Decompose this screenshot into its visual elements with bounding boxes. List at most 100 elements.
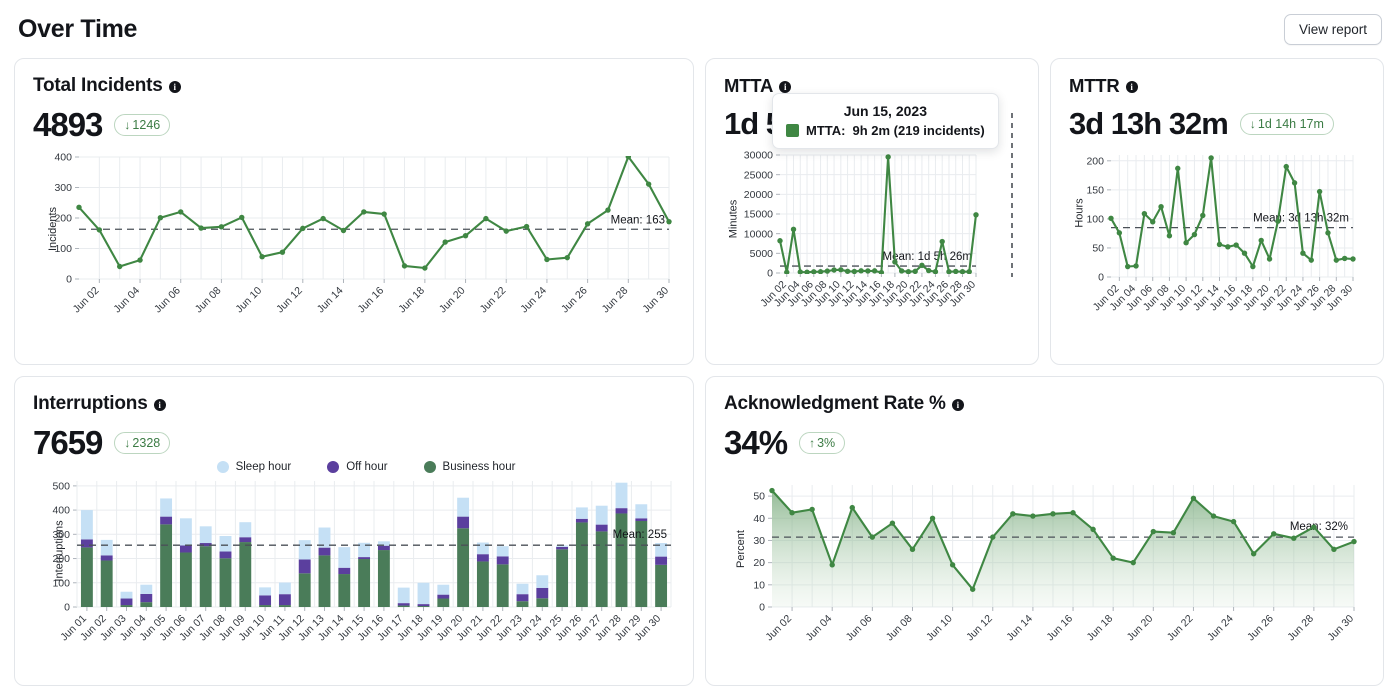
metric-row-total-incidents: 4893 ↓ 1246	[33, 108, 675, 141]
chart-svg-mttr[interactable]: 050100150200Jun 02Jun 04Jun 06Jun 08Jun …	[1069, 147, 1369, 327]
card-title-text: MTTA	[724, 75, 773, 97]
delta-value: 1d 14h 17m	[1258, 117, 1324, 131]
svg-text:Jun 08: Jun 08	[193, 285, 224, 316]
legend-item-off-hour[interactable]: Off hour	[327, 461, 387, 473]
card-title-acknowledgment-rate: Acknowledgment Rate %	[724, 393, 1365, 415]
svg-text:Jun 10: Jun 10	[233, 285, 264, 316]
chart-svg-interruptions[interactable]: 0100200300400500Jun 01Jun 02Jun 03Jun 04…	[33, 475, 681, 665]
svg-text:Mean: 3d 13h 32m: Mean: 3d 13h 32m	[1253, 213, 1349, 225]
metric-row-mttr: 3d 13h 32m ↓ 1d 14h 17m	[1069, 108, 1365, 139]
svg-text:20: 20	[753, 557, 765, 569]
info-icon[interactable]	[154, 399, 166, 411]
chart-svg-total-incidents[interactable]: 0100200300400Jun 02Jun 04Jun 06Jun 08Jun…	[33, 149, 681, 334]
chart-svg-mtta[interactable]: 050001000015000200002500030000Jun 02Jun …	[724, 147, 1024, 327]
svg-text:Jun 16: Jun 16	[356, 285, 387, 316]
card-mttr: MTTR 3d 13h 32m ↓ 1d 14h 17m Hours 05010…	[1050, 58, 1384, 365]
card-total-incidents: Total Incidents 4893 ↓ 1246 Incidents 01…	[14, 58, 694, 365]
svg-text:15000: 15000	[744, 209, 773, 221]
arrow-down-icon: ↓	[124, 119, 130, 131]
legend-dot-icon	[217, 461, 229, 473]
y-axis-label: Interruptions	[54, 520, 66, 581]
y-axis-label: Minutes	[727, 200, 739, 239]
svg-text:5000: 5000	[750, 248, 774, 260]
chart-total-incidents[interactable]: Incidents 0100200300400Jun 02Jun 04Jun 0…	[33, 149, 675, 334]
svg-text:20000: 20000	[744, 189, 773, 201]
svg-text:Jun 28: Jun 28	[1285, 613, 1316, 644]
card-title-interruptions: Interruptions	[33, 393, 675, 415]
metric-row-interruptions: 7659 ↓ 2328	[33, 426, 675, 459]
card-title-mttr: MTTR	[1069, 75, 1365, 97]
delta-value: 2328	[132, 436, 160, 450]
svg-text:0: 0	[64, 602, 70, 614]
view-report-button[interactable]: View report	[1284, 14, 1382, 45]
metric-value: 4893	[33, 108, 102, 141]
info-icon[interactable]	[952, 399, 964, 411]
arrow-up-icon: ↑	[809, 437, 815, 449]
svg-text:Jun 20: Jun 20	[437, 285, 468, 316]
chart-svg-acknowledgment-rate[interactable]: 01020304050Jun 02Jun 04Jun 06Jun 08Jun 1…	[724, 477, 1369, 662]
metrics-row-bottom: Interruptions 7659 ↓ 2328 Sleep hour Off…	[14, 376, 1386, 686]
legend-label: Off hour	[346, 461, 387, 473]
tooltip-series-value: 9h 2m (219 incidents)	[852, 123, 984, 138]
svg-text:Jun 18: Jun 18	[396, 285, 427, 316]
svg-text:Jun 12: Jun 12	[274, 285, 305, 316]
over-time-dashboard: Over Time View report Total Incidents 48…	[0, 0, 1400, 693]
info-icon[interactable]	[169, 81, 181, 93]
card-acknowledgment-rate: Acknowledgment Rate % 34% ↑ 3% Percent 0…	[705, 376, 1384, 686]
svg-text:Jun 02: Jun 02	[71, 285, 102, 316]
svg-text:Jun 26: Jun 26	[559, 285, 590, 316]
info-icon[interactable]	[1126, 81, 1138, 93]
svg-text:Jun 30: Jun 30	[1325, 613, 1356, 644]
card-title-text: MTTR	[1069, 75, 1120, 97]
svg-text:Jun 26: Jun 26	[1245, 613, 1276, 644]
status-badge-delta: ↑ 3%	[799, 432, 845, 454]
svg-text:Jun 24: Jun 24	[518, 285, 549, 316]
svg-text:Mean: 255: Mean: 255	[613, 529, 667, 541]
card-title-text: Acknowledgment Rate %	[724, 393, 946, 415]
chart-mtta[interactable]: Minutes 050001000015000200002500030000Ju…	[724, 147, 1020, 327]
svg-text:50: 50	[1092, 243, 1104, 255]
tooltip-row: MTTA: 9h 2m (219 incidents)	[786, 123, 985, 138]
svg-text:25000: 25000	[744, 169, 773, 181]
metrics-row-top: Total Incidents 4893 ↓ 1246 Incidents 01…	[14, 58, 1386, 365]
chart-interruptions[interactable]: Interruptions 0100200300400500Jun 01Jun …	[33, 475, 675, 665]
svg-text:0: 0	[66, 274, 72, 286]
svg-text:10000: 10000	[744, 228, 773, 240]
svg-text:500: 500	[52, 480, 70, 492]
svg-text:Jun 04: Jun 04	[111, 285, 142, 316]
legend-item-sleep-hour[interactable]: Sleep hour	[217, 461, 292, 473]
svg-text:Jun 06: Jun 06	[152, 285, 183, 316]
svg-text:Jun 08: Jun 08	[884, 613, 915, 644]
svg-text:30000: 30000	[744, 150, 773, 162]
svg-text:10: 10	[753, 579, 765, 591]
chart-acknowledgment-rate[interactable]: Percent 01020304050Jun 02Jun 04Jun 06Jun…	[724, 477, 1365, 662]
page-header: Over Time View report	[14, 0, 1386, 58]
y-axis-label: Hours	[1074, 198, 1086, 227]
svg-text:Jun 12: Jun 12	[964, 613, 995, 644]
svg-text:Jun 02: Jun 02	[763, 613, 794, 644]
svg-text:Jun 14: Jun 14	[315, 285, 346, 316]
legend-item-business-hour[interactable]: Business hour	[424, 461, 516, 473]
metric-row-acknowledgment-rate: 34% ↑ 3%	[724, 426, 1365, 459]
metric-value: 34%	[724, 426, 787, 459]
svg-text:Jun 16: Jun 16	[1044, 613, 1075, 644]
chart-mttr[interactable]: Hours 050100150200Jun 02Jun 04Jun 06Jun …	[1069, 147, 1365, 327]
svg-text:Jun 04: Jun 04	[804, 613, 835, 644]
svg-text:Jun 18: Jun 18	[1085, 613, 1116, 644]
info-icon[interactable]	[779, 81, 791, 93]
svg-text:200: 200	[1086, 155, 1104, 167]
legend-label: Sleep hour	[236, 461, 292, 473]
legend-dot-icon	[424, 461, 436, 473]
svg-text:0: 0	[1098, 272, 1104, 284]
metric-value: 7659	[33, 426, 102, 459]
page-title: Over Time	[18, 15, 137, 44]
svg-text:Jun 14: Jun 14	[1004, 613, 1035, 644]
svg-text:Jun 28: Jun 28	[600, 285, 631, 316]
card-title-text: Interruptions	[33, 393, 148, 415]
tooltip-date: Jun 15, 2023	[786, 103, 985, 119]
svg-text:300: 300	[54, 182, 72, 194]
svg-text:Jun 22: Jun 22	[1165, 613, 1196, 644]
svg-text:40: 40	[753, 513, 765, 525]
svg-text:0: 0	[759, 602, 765, 614]
svg-text:0: 0	[767, 268, 773, 280]
